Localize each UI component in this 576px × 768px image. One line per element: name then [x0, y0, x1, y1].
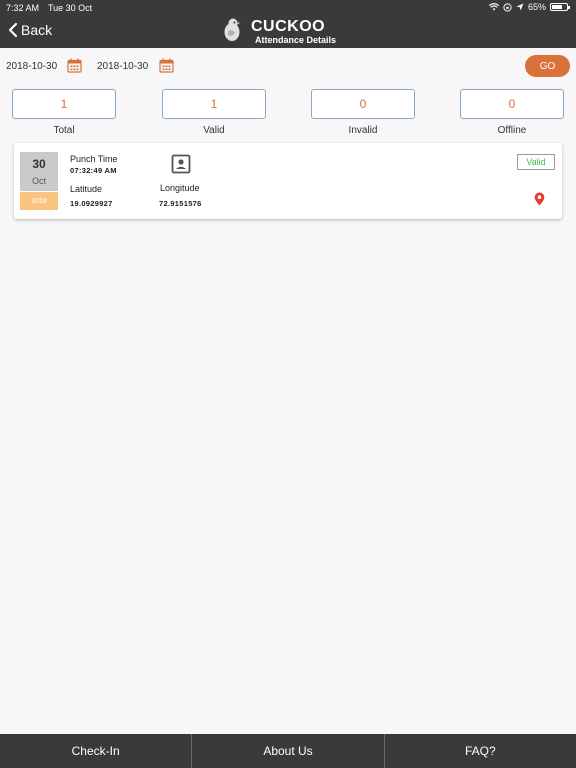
- latitude-value: 19.0929927: [70, 199, 113, 208]
- battery-icon: [550, 3, 570, 11]
- cuckoo-bird-logo: [224, 18, 241, 41]
- stat-offline-value: 0: [460, 89, 564, 119]
- stat-offline-label: Offline: [497, 125, 527, 136]
- profile-photo-icon[interactable]: [171, 154, 191, 174]
- date-badge: 30 Oct: [20, 152, 58, 191]
- stat-invalid-value: 0: [311, 89, 415, 119]
- location-arrow-icon: [516, 3, 524, 11]
- tab-faq[interactable]: FAQ?: [385, 734, 576, 768]
- status-time: 7:32 AM: [6, 3, 40, 13]
- map-pin-icon[interactable]: [534, 192, 545, 206]
- page-subtitle: Attendance Details: [255, 35, 337, 45]
- longitude-value: 72.9151576: [159, 199, 202, 208]
- status-date: Tue 30 Oct: [48, 3, 93, 13]
- tab-about-us[interactable]: About Us: [192, 734, 385, 768]
- app-title: CUCKOO: [251, 18, 326, 35]
- status-badge: Valid: [517, 154, 555, 170]
- latitude-label: Latitude: [70, 184, 103, 194]
- back-button[interactable]: Back: [8, 22, 52, 38]
- orientation-lock-icon: [503, 2, 512, 12]
- longitude-label: Longitude: [160, 183, 200, 193]
- from-date-field[interactable]: 2018-10-30: [6, 61, 57, 72]
- to-date-field[interactable]: 2018-10-30: [97, 61, 148, 72]
- attendance-record-card[interactable]: 30 Oct 2018 Punch Time 07:32:49 AM Latit…: [14, 143, 562, 219]
- battery-percent: 65%: [527, 2, 546, 12]
- record-day: 30: [32, 157, 46, 171]
- go-button[interactable]: GO: [525, 55, 570, 77]
- stat-valid-label: Valid: [203, 125, 225, 136]
- bottom-tab-bar: Check-In About Us FAQ?: [0, 734, 576, 768]
- stat-invalid-label: Invalid: [348, 125, 378, 136]
- punch-time-value: 07:32:49 AM: [70, 166, 117, 175]
- tab-check-in[interactable]: Check-In: [0, 734, 193, 768]
- stat-total-value: 1: [12, 89, 116, 119]
- wifi-icon: [488, 3, 499, 11]
- to-calendar-icon[interactable]: [159, 58, 174, 73]
- from-calendar-icon[interactable]: [67, 58, 82, 73]
- stat-total-label: Total: [53, 125, 75, 136]
- record-year: 2018: [20, 192, 58, 210]
- punch-time-label: Punch Time: [70, 154, 118, 164]
- stat-valid-value: 1: [162, 89, 266, 119]
- back-label: Back: [21, 22, 53, 38]
- top-bar: 7:32 AM Tue 30 Oct 65% Back CUCKOO Atten…: [0, 0, 576, 48]
- status-right: 65%: [488, 2, 570, 12]
- chevron-left-icon: [8, 22, 18, 38]
- record-month: Oct: [31, 176, 46, 186]
- status-bar: 7:32 AM Tue 30 Oct 65%: [0, 0, 576, 16]
